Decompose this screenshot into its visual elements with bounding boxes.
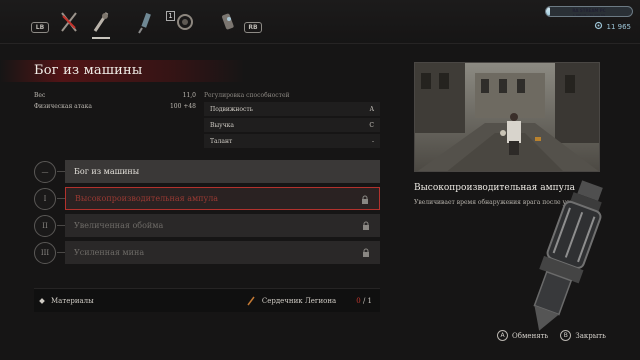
- upgrade-list: — Бог из машины I Высокопроизводительная…: [34, 160, 380, 268]
- material-count: 0 / 1: [356, 297, 372, 305]
- upgrade-tier-marker: I: [34, 188, 56, 210]
- upgrade-row-1[interactable]: I Высокопроизводительная ампула: [34, 187, 380, 210]
- prompt-label: Обменять: [512, 331, 549, 340]
- connector-line: [57, 225, 65, 226]
- tuning-label: Подвижность: [210, 105, 253, 113]
- stat-label: Физическая атака: [34, 103, 92, 110]
- materials-label: Материалы: [51, 296, 94, 305]
- ability-tuning: Регулировка способностей Подвижность A В…: [204, 92, 380, 150]
- upgrade-box[interactable]: Увеличенная обойма: [65, 214, 380, 237]
- bullet-icon: [39, 297, 45, 304]
- status-sub-label: 1 000 DS / 20 000 DS: [572, 13, 606, 17]
- item-stats: Вес 11,0 Физическая атака 100 +48: [34, 92, 196, 114]
- legion-core-icon: [247, 296, 255, 305]
- upgrade-box[interactable]: Усиленная мина: [65, 241, 380, 264]
- material-have: 0: [356, 296, 361, 305]
- ampoule-illustration: [522, 180, 612, 344]
- exchange-prompt[interactable]: A Обменять: [497, 330, 548, 341]
- sword-gadget-icon[interactable]: [132, 8, 158, 36]
- tuning-header: Регулировка способностей: [204, 92, 290, 99]
- button-prompts: A Обменять B Закрыть: [497, 330, 606, 341]
- tuning-label: Талант: [210, 137, 233, 145]
- material-need: 1: [367, 296, 372, 305]
- tuning-label: Выучка: [210, 121, 235, 129]
- stat-value: 11,0: [182, 92, 196, 99]
- connector-line: [57, 198, 65, 199]
- tuning-grade: A: [369, 105, 374, 113]
- material-requirement: Сердечник Легиона 0 / 1: [246, 296, 374, 306]
- upgrade-row-3[interactable]: III Усиленная мина: [34, 241, 380, 264]
- upgrade-label: Увеличенная обойма: [74, 221, 164, 230]
- preview-video: [414, 62, 600, 172]
- upgrade-label: Высокопроизводительная ампула: [75, 194, 219, 203]
- tool-selector-bar: LB 1 RB RA STREAM PC 1 000 DS / 20 000 D…: [0, 0, 640, 44]
- tuning-grade: C: [369, 121, 374, 129]
- tool-arm-icon[interactable]: [88, 8, 114, 39]
- close-prompt[interactable]: B Закрыть: [560, 330, 606, 341]
- currency-icon: [594, 21, 603, 32]
- canister-icon[interactable]: [172, 8, 198, 36]
- status-panel: RA STREAM PC 1 000 DS / 20 000 DS 11 965: [545, 6, 633, 31]
- gear-bomb-icon[interactable]: [215, 8, 241, 36]
- upgrade-box[interactable]: Бог из машины: [65, 160, 380, 183]
- tuning-row-talent: Талант -: [204, 134, 380, 148]
- tuning-grade: -: [371, 137, 374, 145]
- lock-icon: [363, 221, 369, 230]
- lock-icon: [362, 195, 368, 204]
- crossed-weapon-icon[interactable]: [56, 8, 82, 36]
- status-progress-bar: RA STREAM PC 1 000 DS / 20 000 DS: [545, 6, 633, 17]
- upgrade-row-base[interactable]: — Бог из машины: [34, 160, 380, 183]
- lb-button[interactable]: LB: [31, 22, 49, 33]
- upgrade-tier-marker: —: [34, 161, 56, 183]
- stat-value: 100 +48: [169, 103, 196, 110]
- upgrade-box-selected[interactable]: Высокопроизводительная ампула: [65, 187, 380, 210]
- upgrade-label: Бог из машины: [74, 167, 140, 176]
- rb-button[interactable]: RB: [244, 22, 262, 33]
- tuning-row-skill: Выучка C: [204, 118, 380, 132]
- stat-row: Вес 11,0: [34, 92, 196, 103]
- upgrade-label: Усиленная мина: [74, 248, 145, 257]
- connector-line: [57, 171, 65, 172]
- material-name: Сердечник Легиона: [261, 296, 337, 305]
- stat-label: Вес: [34, 92, 46, 99]
- materials-bar: Материалы Сердечник Легиона 0 / 1: [34, 288, 380, 312]
- a-button-icon: A: [497, 330, 509, 341]
- upgrade-tier-marker: II: [34, 215, 56, 237]
- upgrade-row-2[interactable]: II Увеличенная обойма: [34, 214, 380, 237]
- page-title: Бог из машины: [34, 63, 143, 78]
- prompt-label: Закрыть: [575, 331, 606, 340]
- b-button-icon: B: [560, 330, 572, 341]
- connector-line: [57, 252, 65, 253]
- stat-row: Физическая атака 100 +48: [34, 103, 196, 114]
- lock-icon: [363, 248, 369, 257]
- currency-display: 11 965: [594, 21, 632, 32]
- currency-amount: 11 965: [606, 22, 632, 31]
- tuning-row-agility: Подвижность A: [204, 102, 380, 116]
- upgrade-tier-marker: III: [34, 242, 56, 264]
